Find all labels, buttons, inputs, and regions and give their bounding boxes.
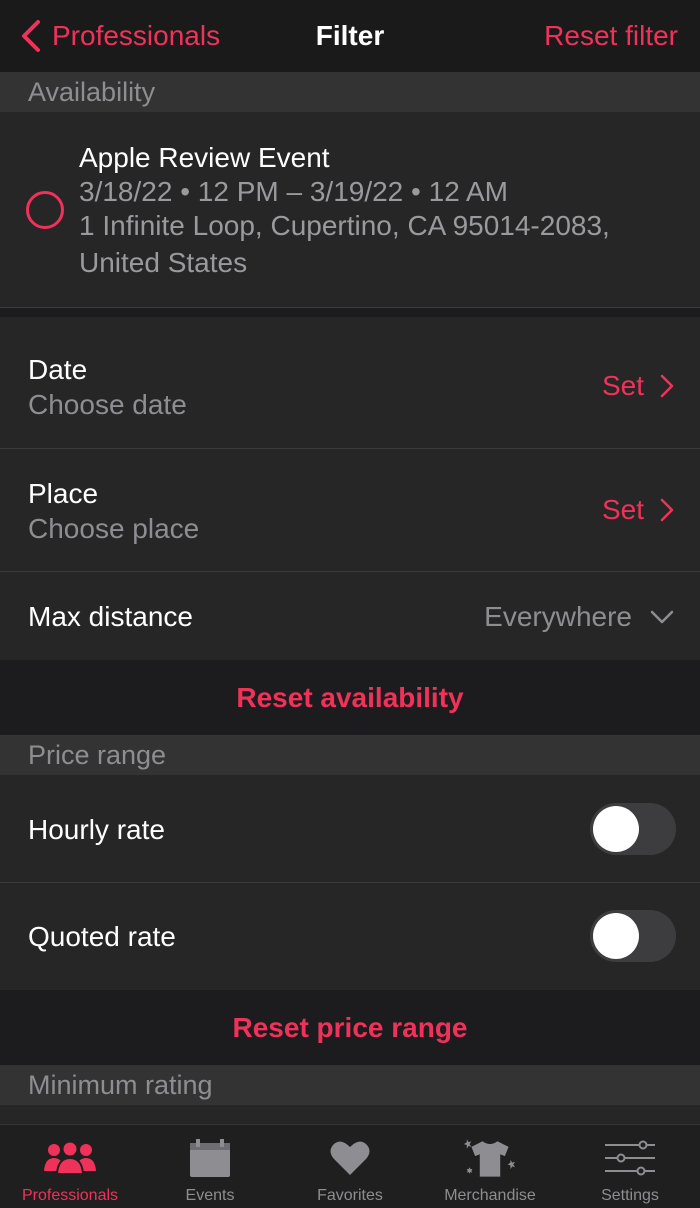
date-row[interactable] [0,317,700,448]
toggle-knob [593,913,639,959]
max-distance-dropdown[interactable]: Everywhere [484,601,674,633]
tab-label: Favorites [317,1187,383,1204]
event-address-line2: United States [79,247,248,278]
event-title: Apple Review Event [79,142,330,173]
reset-filter-button[interactable]: Reset filter [544,20,678,52]
tab-label: Merchandise [444,1187,536,1204]
section-header-minimum-rating: Minimum rating [0,1065,700,1105]
date-set-label: Set [601,370,644,401]
divider [0,307,700,308]
back-button[interactable]: Professionals [20,19,220,53]
tab-settings[interactable]: Settings [560,1125,700,1208]
place-set-button[interactable]: Set [602,494,674,526]
event-radio-button[interactable] [26,191,64,229]
tab-events[interactable]: Events [140,1125,280,1208]
people-icon [44,1137,96,1179]
back-button-label: Professionals [52,20,221,51]
minimum-rating-cell [0,1105,700,1124]
chevron-down-icon [650,610,674,624]
tab-merchandise[interactable]: Merchandise [420,1125,560,1208]
tab-professionals[interactable]: Professionals [0,1125,140,1208]
tab-label: Events [185,1187,235,1204]
reset-availability-button[interactable]: Reset availability [0,682,700,714]
max-distance-title: Max distance [28,601,193,632]
heart-icon [324,1137,376,1179]
place-row[interactable] [0,449,700,571]
date-set-button[interactable]: Set [602,370,674,402]
place-set-label: Set [601,494,644,525]
hourly-rate-title: Hourly rate [28,814,165,845]
nav-bar: Professionals Filter Reset filter [0,0,700,72]
toggle-knob [593,806,639,852]
chevron-right-icon [660,498,674,522]
section-header-price-range: Price range [0,735,700,775]
reset-price-range-button[interactable]: Reset price range [0,1012,700,1044]
sliders-icon [604,1137,656,1179]
calendar-icon [184,1137,236,1179]
chevron-left-icon [22,20,40,52]
max-distance-value: Everywhere [484,601,632,632]
event-address-line1: 1 Infinite Loop, Cupertino, CA 95014-208… [79,210,610,241]
section-header-availability: Availability [0,72,700,112]
tab-bar: Professionals Events Favorites Merchandi… [0,1124,700,1208]
date-row-subtitle: Choose date [28,389,187,420]
quoted-rate-toggle[interactable] [590,910,676,962]
tab-label: Settings [601,1187,659,1204]
place-row-subtitle: Choose place [28,513,200,544]
quoted-rate-title: Quoted rate [28,921,176,952]
shirt-icon [464,1137,516,1179]
place-row-title: Place [28,478,99,509]
chevron-right-icon [660,374,674,398]
hourly-rate-toggle[interactable] [590,803,676,855]
event-datetime: 3/18/22 • 12 PM – 3/19/22 • 12 AM [79,176,508,207]
tab-favorites[interactable]: Favorites [280,1125,420,1208]
tab-label: Professionals [21,1187,119,1204]
date-row-title: Date [28,354,88,385]
